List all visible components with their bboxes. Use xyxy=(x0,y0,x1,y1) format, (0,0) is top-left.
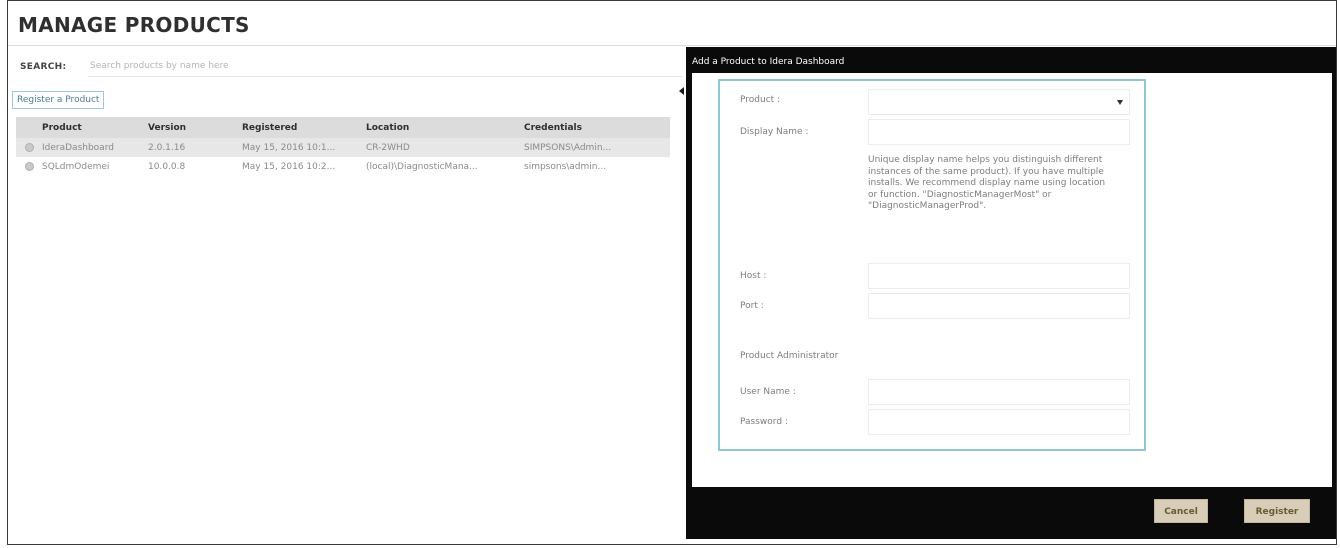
column-header-product[interactable]: Product xyxy=(42,123,148,133)
row-status-icon xyxy=(16,143,42,152)
product-select[interactable] xyxy=(868,89,1130,115)
cell-version: 10.0.0.8 xyxy=(148,161,186,172)
dialog-title: Add a Product to Idera Dashboard xyxy=(692,57,845,67)
cell-location: CR-2WHD xyxy=(366,142,410,153)
table-row[interactable]: IderaDashboard 2.0.1.16 May 15, 2016 10:… xyxy=(16,138,670,157)
cell-credentials: SIMPSONS\Admin... xyxy=(524,142,612,153)
cell-product: IderaDashboard xyxy=(42,142,114,153)
display-name-help-text: Unique display name helps you distinguis… xyxy=(868,155,1106,211)
cancel-button[interactable]: Cancel xyxy=(1154,499,1208,523)
cell-credentials: simpsons\admin... xyxy=(524,161,607,172)
column-header-registered[interactable]: Registered xyxy=(242,123,366,133)
host-input[interactable] xyxy=(868,263,1130,289)
title-divider xyxy=(8,45,1336,46)
port-input[interactable] xyxy=(868,293,1130,319)
password-label: Password : xyxy=(740,417,788,427)
register-product-button[interactable]: Register a Product xyxy=(12,91,105,109)
popover-caret-icon xyxy=(679,87,684,95)
table-header: Product Version Registered Location Cred… xyxy=(16,117,670,138)
register-button[interactable]: Register xyxy=(1244,499,1310,523)
table-row[interactable]: SQLdmOdemei 10.0.0.8 May 15, 2016 10:2..… xyxy=(16,157,670,176)
chevron-down-icon xyxy=(1117,100,1123,105)
search-label: SEARCH: xyxy=(20,62,67,72)
manage-products-window: MANAGE PRODUCTS SEARCH: Register a Produ… xyxy=(7,0,1337,545)
cell-location: (local)\DiagnosticMana... xyxy=(366,161,478,172)
port-label: Port : xyxy=(740,301,764,311)
product-form-panel: Product : Display Name : Unique display … xyxy=(718,79,1146,451)
add-product-dialog: Add a Product to Idera Dashboard Product… xyxy=(686,47,1336,539)
product-label: Product : xyxy=(740,95,781,105)
password-input[interactable] xyxy=(868,409,1130,435)
host-label: Host : xyxy=(740,271,767,281)
column-header-version[interactable]: Version xyxy=(148,123,242,133)
username-input[interactable] xyxy=(868,379,1130,405)
search-input[interactable] xyxy=(88,56,682,77)
display-name-label: Display Name : xyxy=(740,127,809,137)
column-header-credentials[interactable]: Credentials xyxy=(524,123,668,133)
dialog-body: Product : Display Name : Unique display … xyxy=(692,73,1332,487)
column-header-location[interactable]: Location xyxy=(366,123,524,133)
cell-registered: May 15, 2016 10:2... xyxy=(242,161,336,172)
admin-section-label: Product Administrator xyxy=(740,351,839,361)
cell-registered: May 15, 2016 10:1... xyxy=(242,142,336,153)
username-label: User Name : xyxy=(740,387,796,397)
cell-version: 2.0.1.16 xyxy=(148,142,186,153)
cell-product: SQLdmOdemei xyxy=(42,161,110,172)
page-title: MANAGE PRODUCTS xyxy=(18,13,250,37)
display-name-input[interactable] xyxy=(868,119,1130,145)
products-table: Product Version Registered Location Cred… xyxy=(16,117,670,176)
row-status-icon xyxy=(16,162,42,171)
dialog-footer: Cancel Register xyxy=(686,487,1336,539)
